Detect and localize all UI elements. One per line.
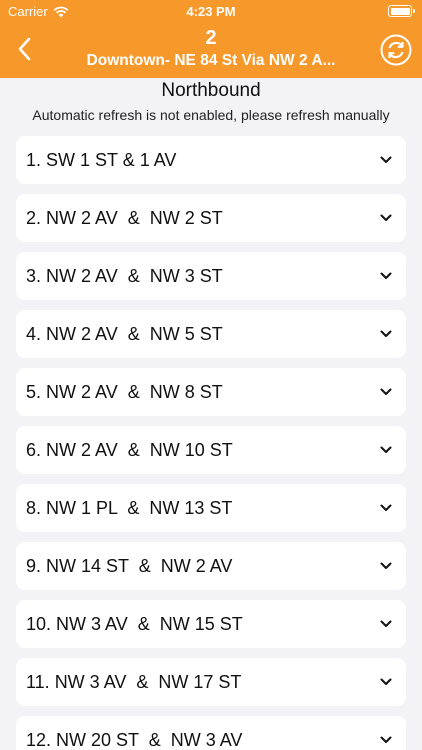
stop-row[interactable]: 8. NW 1 PL & NW 13 ST: [16, 484, 406, 532]
stop-label: 8. NW 1 PL & NW 13 ST: [26, 497, 233, 518]
stop-row[interactable]: 3. NW 2 AV & NW 3 ST: [16, 252, 406, 300]
chevron-down-icon: [380, 388, 392, 395]
stop-row[interactable]: 1. SW 1 ST & 1 AV: [16, 136, 406, 184]
stop-label: 5. NW 2 AV & NW 8 ST: [26, 381, 223, 402]
stop-label: 11. NW 3 AV & NW 17 ST: [26, 671, 242, 692]
stop-row[interactable]: 5. NW 2 AV & NW 8 ST: [16, 368, 406, 416]
stop-label: 4. NW 2 AV & NW 5 ST: [26, 323, 223, 344]
stop-label: 10. NW 3 AV & NW 15 ST: [26, 613, 243, 634]
chevron-down-icon: [380, 330, 392, 337]
chevron-down-icon: [380, 156, 392, 163]
stop-row[interactable]: 12. NW 20 ST & NW 3 AV: [16, 716, 406, 750]
battery-icon: [388, 5, 415, 17]
chevron-down-icon: [380, 272, 392, 279]
chevron-down-icon: [380, 562, 392, 569]
refresh-icon[interactable]: [380, 34, 412, 66]
stop-label: 1. SW 1 ST & 1 AV: [26, 149, 177, 170]
chevron-down-icon: [380, 620, 392, 627]
chevron-down-icon: [380, 446, 392, 453]
stop-list: 1. SW 1 ST & 1 AV 2. NW 2 AV & NW 2 ST 3…: [16, 136, 406, 750]
stop-row[interactable]: 6. NW 2 AV & NW 10 ST: [16, 426, 406, 474]
stop-row[interactable]: 2. NW 2 AV & NW 2 ST: [16, 194, 406, 242]
stop-row[interactable]: 4. NW 2 AV & NW 5 ST: [16, 310, 406, 358]
stop-label: 9. NW 14 ST & NW 2 AV: [26, 555, 233, 576]
route-number: 2: [205, 27, 217, 49]
route-name: Downtown- NE 84 St Via NW 2 A...: [86, 52, 336, 69]
chevron-down-icon: [380, 504, 392, 511]
status-time: 4:23 PM: [186, 4, 236, 19]
refresh-notice: Automatic refresh is not enabled, please…: [32, 107, 390, 123]
chevron-down-icon: [380, 678, 392, 685]
status-bar: Carrier 4:23 PM: [0, 0, 422, 22]
stop-label: 2. NW 2 AV & NW 2 ST: [26, 207, 223, 228]
nav-header: Carrier 4:23 PM 2 Downtown- NE 84 St Via…: [0, 0, 422, 78]
chevron-down-icon: [380, 736, 392, 743]
chevron-down-icon: [380, 214, 392, 221]
stop-row[interactable]: 10. NW 3 AV & NW 15 ST: [16, 600, 406, 648]
stop-label: 6. NW 2 AV & NW 10 ST: [26, 439, 233, 460]
direction-title: Northbound: [161, 80, 261, 101]
stop-row[interactable]: 9. NW 14 ST & NW 2 AV: [16, 542, 406, 590]
stop-label: 12. NW 20 ST & NW 3 AV: [26, 729, 243, 750]
stop-row[interactable]: 11. NW 3 AV & NW 17 ST: [16, 658, 406, 706]
stop-label: 3. NW 2 AV & NW 3 ST: [26, 265, 223, 286]
